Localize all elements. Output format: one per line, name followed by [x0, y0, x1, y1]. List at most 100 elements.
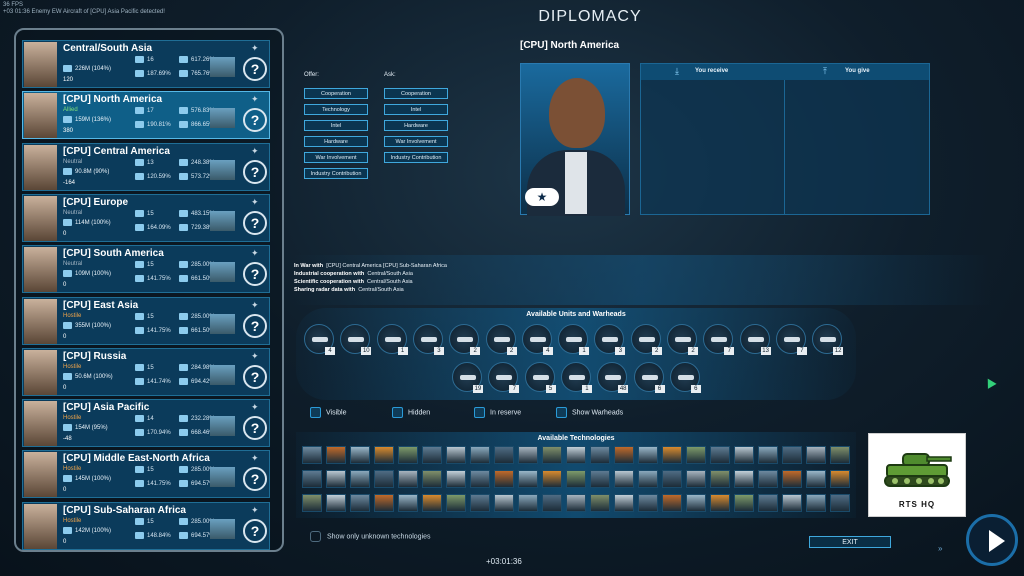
technology-tile[interactable]	[686, 494, 706, 512]
technology-tile[interactable]	[566, 446, 586, 464]
technology-tile[interactable]	[566, 470, 586, 488]
technology-tile[interactable]	[326, 446, 346, 464]
technology-tile[interactable]	[374, 446, 394, 464]
unit-slot[interactable]: 2	[449, 324, 481, 355]
receive-column[interactable]	[641, 80, 785, 214]
technology-tile[interactable]	[542, 470, 562, 488]
unit-slot[interactable]: 1	[560, 362, 592, 393]
technology-tile[interactable]	[782, 494, 802, 512]
country-row[interactable]: [CPU] East Asia Hostile 355M (100%) 0 15 141.…	[22, 296, 270, 345]
technology-tile[interactable]	[350, 494, 370, 512]
technology-tile[interactable]	[662, 446, 682, 464]
technology-tile[interactable]	[518, 494, 538, 512]
checkbox-icon[interactable]	[392, 407, 403, 418]
country-row[interactable]: Central/South Asia 226M (104%) 120 16 187.69…	[22, 40, 270, 88]
unit-slot[interactable]: 10	[340, 324, 372, 355]
technology-tile[interactable]	[302, 494, 322, 512]
offer-button[interactable]: War Involvement	[304, 152, 368, 163]
technology-tile[interactable]	[518, 446, 538, 464]
unit-slot[interactable]: 4	[304, 324, 335, 355]
unit-slot[interactable]: 7	[703, 324, 735, 355]
offer-button[interactable]: Cooperation	[304, 88, 368, 99]
filter-in-reserve[interactable]: In reserve	[474, 407, 521, 418]
technology-tile[interactable]	[806, 470, 826, 488]
filter-hidden[interactable]: Hidden	[392, 407, 430, 418]
question-icon[interactable]: ?	[243, 108, 267, 133]
question-icon[interactable]: ?	[243, 262, 267, 287]
technology-tile[interactable]	[686, 470, 706, 488]
question-icon[interactable]: ?	[243, 416, 267, 441]
technology-tile[interactable]	[830, 470, 850, 488]
filter-visible[interactable]: Visible	[310, 407, 347, 418]
question-icon[interactable]: ?	[243, 364, 267, 389]
technology-tile[interactable]	[614, 446, 634, 464]
technology-tile[interactable]	[398, 470, 418, 488]
filter-show-warheads[interactable]: Show Warheads	[556, 407, 623, 418]
technology-tile[interactable]	[470, 470, 490, 488]
offer-button[interactable]: Technology	[304, 104, 368, 115]
technology-tile[interactable]	[830, 446, 850, 464]
unit-slot[interactable]: 48	[597, 362, 629, 393]
technology-tile[interactable]	[326, 494, 346, 512]
country-row[interactable]: [CPU] Central America Neutral 90.8M (90%) -…	[22, 142, 270, 191]
unit-slot[interactable]: 1	[558, 324, 590, 355]
technology-tile[interactable]	[614, 470, 634, 488]
technology-tile[interactable]	[302, 470, 322, 488]
question-icon[interactable]: ?	[243, 518, 267, 543]
technology-tile[interactable]	[758, 470, 778, 488]
unit-slot[interactable]: 3	[594, 324, 626, 355]
offer-button[interactable]: Hardware	[304, 136, 368, 147]
play-button[interactable]	[966, 514, 1018, 566]
checkbox-icon[interactable]	[310, 407, 321, 418]
technology-tile[interactable]	[470, 446, 490, 464]
ask-button[interactable]: War Involvement	[384, 136, 448, 147]
technology-tile[interactable]	[782, 446, 802, 464]
technology-tile[interactable]	[590, 446, 610, 464]
technology-tile[interactable]	[422, 470, 442, 488]
unit-slot[interactable]: 12	[812, 324, 844, 355]
technology-tile[interactable]	[590, 494, 610, 512]
technology-tile[interactable]	[542, 446, 562, 464]
unit-slot[interactable]: 19	[452, 362, 483, 393]
technology-tile[interactable]	[494, 446, 514, 464]
exit-button[interactable]: EXIT	[809, 536, 891, 548]
technology-tile[interactable]	[638, 470, 658, 488]
offer-button[interactable]: Intel	[304, 120, 368, 131]
unit-slot[interactable]: 4	[521, 324, 553, 355]
question-icon[interactable]: ?	[243, 210, 267, 235]
technology-tile[interactable]	[422, 446, 442, 464]
technology-tile[interactable]	[806, 494, 826, 512]
technology-tile[interactable]	[710, 446, 730, 464]
checkbox-icon[interactable]	[556, 407, 567, 418]
technology-tile[interactable]	[758, 446, 778, 464]
unit-slot[interactable]: 2	[667, 324, 698, 355]
technology-tile[interactable]	[494, 470, 514, 488]
technology-tile[interactable]	[422, 494, 442, 512]
ask-button[interactable]: Cooperation	[384, 88, 448, 99]
unit-slot[interactable]: 2	[630, 324, 662, 355]
technology-tile[interactable]	[734, 470, 754, 488]
ask-button[interactable]: Hardware	[384, 120, 448, 131]
question-icon[interactable]: ?	[243, 159, 267, 184]
technology-tile[interactable]	[734, 494, 754, 512]
technology-tile[interactable]	[446, 446, 466, 464]
country-row[interactable]: [CPU] Middle East-North Africa Hostile 145…	[22, 450, 270, 499]
country-row[interactable]: [CPU] Europe Neutral 114M (100%) 0 15 164.09%…	[22, 193, 270, 242]
unit-slot[interactable]: 1	[376, 324, 408, 355]
technology-tile[interactable]	[542, 494, 562, 512]
technology-tile[interactable]	[662, 470, 682, 488]
checkbox-icon[interactable]	[310, 531, 321, 542]
unit-slot[interactable]: 7	[775, 324, 807, 355]
technology-tile[interactable]	[638, 446, 658, 464]
question-icon[interactable]: ?	[243, 467, 267, 492]
show-unknown-toggle[interactable]: Show only unknown technologies	[310, 531, 431, 542]
checkbox-icon[interactable]	[474, 407, 485, 418]
unit-slot[interactable]: 2	[485, 324, 517, 355]
question-icon[interactable]: ?	[243, 57, 267, 81]
technology-tile[interactable]	[326, 470, 346, 488]
technology-tile[interactable]	[374, 470, 394, 488]
technology-tile[interactable]	[494, 494, 514, 512]
offer-button[interactable]: Industry Contribution	[304, 168, 368, 179]
unit-slot[interactable]: 6	[633, 362, 665, 393]
unit-slot[interactable]: 3	[412, 324, 444, 355]
